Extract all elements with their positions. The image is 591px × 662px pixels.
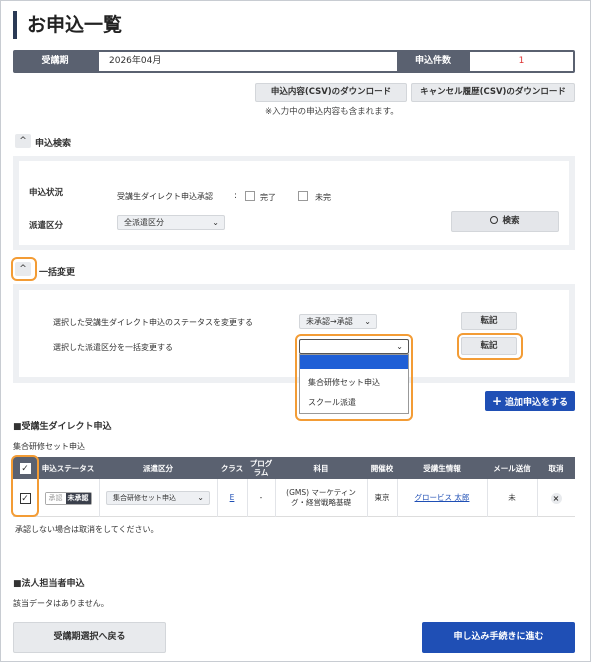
status-toggle-approved: 承認 xyxy=(45,492,66,504)
corporate-section-title: ■法人担当者申込 xyxy=(13,579,85,589)
colon: : xyxy=(234,191,237,201)
bulk-status-label: 選択した受講生ダイレクト申込のステータスを変更する xyxy=(53,318,253,327)
chevron-down-icon: ⌄ xyxy=(197,493,204,502)
dispatch-label: 派遣区分 xyxy=(29,221,64,231)
count-value: 1 xyxy=(470,52,573,71)
bulk-status-apply-button[interactable]: 転記 xyxy=(461,312,517,330)
direct-note: 承認しない場合は取消をしてください。 xyxy=(15,525,159,534)
header-status: 申込ステータス xyxy=(41,463,95,473)
row-dispatch-select[interactable]: 集合研修セット申込 ⌄ xyxy=(106,491,210,505)
status-toggle[interactable]: 承認 未承認 xyxy=(44,491,92,505)
search-collapse-toggle[interactable]: ^ xyxy=(15,134,31,148)
cancel-cell: × xyxy=(537,479,575,517)
summary-bar: 受講期 2026年04月 申込件数 1 xyxy=(13,50,575,73)
class-link[interactable]: E xyxy=(217,479,247,517)
period-label: 受講期 xyxy=(41,56,69,66)
add-application-button[interactable]: + 追加申込をする xyxy=(485,391,575,411)
bulk-section-title: 一括変更 xyxy=(39,268,76,278)
highlight-dispatch-dropdown xyxy=(295,334,413,421)
row-dispatch-select-value: 集合研修セット申込 xyxy=(113,494,176,502)
header-cancel: 取消 xyxy=(548,463,564,473)
search-icon xyxy=(490,216,499,224)
table-row: ✓ 承認 未承認 集合研修セット申込 ⌄ E - (GMS) マーケティング・経… xyxy=(13,479,575,517)
bulk-status-select[interactable]: 未承認→承認 ⌄ xyxy=(299,314,377,329)
direct-section-subtitle: 集合研修セット申込 xyxy=(13,442,85,451)
status-toggle-unapproved: 未承認 xyxy=(65,492,91,504)
dispatch-select-value: 全派遣区分 xyxy=(124,218,164,227)
direct-table-header: ✓ 申込ステータス 派遣区分 クラス プログラム 科目 開催校 受講生情報 メー… xyxy=(13,457,575,479)
bulk-dispatch-label: 選択した派遣区分を一括変更する xyxy=(53,343,173,352)
page-title: お申込一覧 xyxy=(13,11,122,39)
cancel-icon[interactable]: × xyxy=(550,492,562,504)
school-cell: 東京 xyxy=(374,493,390,502)
highlight-bulk-toggle xyxy=(11,257,37,281)
plus-icon: + xyxy=(491,394,503,408)
dispatch-select[interactable]: 全派遣区分 ⌄ xyxy=(117,215,225,230)
search-button[interactable]: 検索 xyxy=(451,211,559,232)
chevron-down-icon: ⌄ xyxy=(364,317,371,326)
cancel-csv-download-button[interactable]: キャンセル履歴(CSV)のダウンロード xyxy=(411,83,575,102)
dispatch-cell: 集合研修セット申込 ⌄ xyxy=(99,479,217,517)
header-dispatch: 派遣区分 xyxy=(143,463,173,473)
highlight-checkbox-column xyxy=(11,455,39,517)
search-panel-inner: 申込状況 受講生ダイレクト申込承認 : 完了 未完 派遣区分 全派遣区分 ⌄ 検… xyxy=(19,161,569,245)
incomplete-checkbox[interactable] xyxy=(298,191,308,201)
status-toggle-cell: 承認 未承認 xyxy=(37,479,99,517)
csv-download-button[interactable]: 申込内容(CSV)のダウンロード xyxy=(255,83,407,102)
status-label: 申込状況 xyxy=(29,188,64,198)
add-application-label: 追加申込をする xyxy=(505,398,569,408)
student-link[interactable]: グロービス 太郎 xyxy=(397,479,487,517)
incomplete-label: 未完 xyxy=(315,193,331,202)
search-section-title: 申込検索 xyxy=(35,139,72,149)
highlight-apply-button xyxy=(457,333,523,360)
corporate-empty-message: 該当データはありません。 xyxy=(13,599,109,608)
direct-approval-label: 受講生ダイレクト申込承認 xyxy=(117,192,213,201)
direct-section-title: ■受講生ダイレクト申込 xyxy=(13,422,112,432)
subject-cell: (GMS) マーケティング・経営戦略基礎 xyxy=(286,488,356,507)
header-subject: 科目 xyxy=(313,463,329,473)
header-student: 受講生情報 xyxy=(423,463,461,473)
search-button-label: 検索 xyxy=(502,216,520,226)
count-label: 申込件数 xyxy=(414,56,451,66)
complete-label: 完了 xyxy=(260,193,276,202)
period-value: 2026年04月 xyxy=(99,52,397,71)
header-program: プログラム xyxy=(249,459,273,477)
complete-checkbox[interactable] xyxy=(245,191,255,201)
program-cell: - xyxy=(259,493,263,502)
proceed-button[interactable]: 申し込み手続きに進む xyxy=(422,622,575,653)
header-mail: メール送信 xyxy=(493,463,531,473)
header-class: クラス xyxy=(220,463,244,473)
mail-cell: 未 xyxy=(508,493,516,502)
page-frame: お申込一覧 受講期 2026年04月 申込件数 1 申込内容(CSV)のダウンロ… xyxy=(0,0,591,662)
search-panel: 申込状況 受講生ダイレクト申込承認 : 完了 未完 派遣区分 全派遣区分 ⌄ 検… xyxy=(13,156,575,250)
header-school: 開催校 xyxy=(370,463,394,473)
download-note: ※入力中の申込内容も含まれます。 xyxy=(265,107,399,117)
bulk-status-select-value: 未承認→承認 xyxy=(306,317,353,326)
chevron-down-icon: ⌄ xyxy=(212,218,219,227)
back-button[interactable]: 受講期選択へ戻る xyxy=(13,622,166,653)
